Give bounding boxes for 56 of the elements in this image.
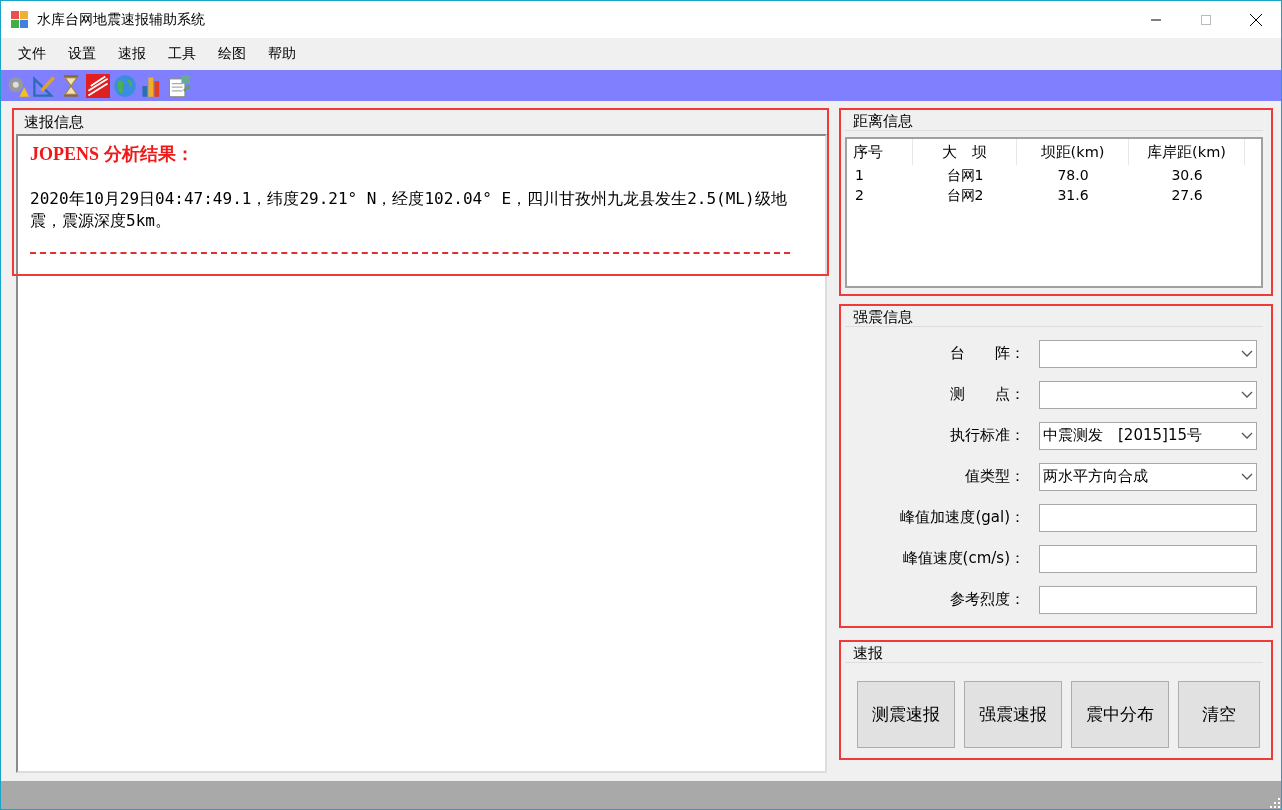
report-text: 2020年10月29日04:47:49.1，纬度29.21° N，经度102.04° E，四川甘孜州九龙县发生2.5(ML)级地震，震源深度5km。: [30, 188, 788, 232]
field-label: 值类型：: [964, 467, 1026, 486]
menu-item[interactable]: 绘图: [207, 41, 257, 67]
maximize-icon[interactable]: [1201, 14, 1211, 25]
input-field[interactable]: [1039, 544, 1257, 573]
field-label: 峰值速度(cm/s)：: [901, 549, 1026, 568]
app-icon: [11, 10, 29, 29]
dropdown-caret-icon: [1241, 431, 1253, 440]
window-title: 水库台网地震速报辅助系统: [37, 10, 206, 29]
notepad-icon[interactable]: [167, 73, 191, 98]
group-title: 距离信息: [845, 112, 1263, 131]
group-title: 强震信息: [845, 308, 1263, 327]
dropdown-field[interactable]: [1039, 380, 1257, 409]
minimize-icon[interactable]: [1151, 18, 1161, 21]
group-title: 速报信息: [23, 112, 85, 133]
dropdown-caret-icon: [1241, 349, 1253, 358]
group-title: 速报: [845, 644, 1263, 663]
menu-item[interactable]: 工具: [157, 41, 207, 67]
ruler-pencil-icon[interactable]: [32, 73, 56, 98]
column-header: 大 坝: [913, 139, 1017, 165]
table-cell-text: 31.6: [1056, 186, 1090, 205]
table-cell-text: 台网2: [945, 186, 985, 205]
menu-item[interactable]: 速报: [107, 41, 157, 67]
menu-item[interactable]: 设置: [57, 41, 107, 67]
column-header: 序号: [847, 139, 913, 165]
report-button[interactable]: 震中分布: [1071, 681, 1169, 748]
report-button[interactable]: 清空: [1178, 681, 1260, 748]
menu-item[interactable]: 文件: [7, 41, 57, 67]
field-label: 执行标准：: [949, 426, 1026, 445]
input-field[interactable]: [1039, 503, 1257, 532]
report-button[interactable]: 测震速报: [857, 681, 955, 748]
table-cell-text: 27.6: [1170, 186, 1204, 205]
dropdown-field[interactable]: 两水平方向合成: [1039, 462, 1257, 491]
table-cell-text: 台网1: [945, 166, 985, 185]
column-header: 库岸距(km): [1129, 139, 1245, 165]
report-text-area[interactable]: JOPENS 分析结果： 2020年10月29日04:47:49.1，纬度29.21° N，经度102.04° E，四川甘孜州九龙县发生2.5(ML)级地震，震源深度5km。: [16, 134, 827, 773]
dropdown-caret-icon: [1241, 472, 1253, 481]
field-label: 峰值加速度(gal)：: [899, 508, 1026, 527]
field-label: 参考烈度：: [949, 590, 1026, 609]
table-cell-text: 1: [854, 166, 865, 185]
report-heading: JOPENS 分析结果：: [30, 143, 195, 166]
menu-item[interactable]: 帮助: [257, 41, 307, 67]
field-label: 测 点：: [949, 385, 1026, 404]
dropdown-field[interactable]: 中震测发 [2015]15号: [1039, 421, 1257, 450]
table-cell-text: 78.0: [1056, 166, 1090, 185]
column-header: 坝距(km): [1017, 139, 1129, 165]
close-icon[interactable]: [1250, 13, 1262, 26]
table-cell-text: 2: [854, 186, 865, 205]
seismogram-icon[interactable]: [86, 73, 110, 98]
report-button[interactable]: 强震速报: [964, 681, 1062, 748]
input-field[interactable]: [1039, 585, 1257, 614]
dropdown-field[interactable]: [1039, 339, 1257, 368]
resize-grip-icon[interactable]: [1269, 797, 1281, 809]
table-cell-text: 30.6: [1170, 166, 1204, 185]
field-label: 台 阵：: [949, 344, 1026, 363]
dropdown-caret-icon: [1241, 390, 1253, 399]
